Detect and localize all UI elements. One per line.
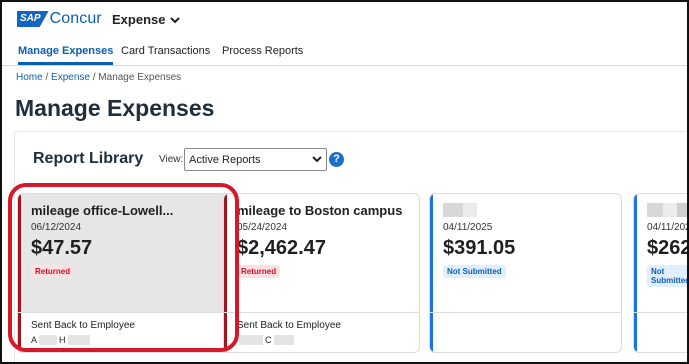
tab-process-reports[interactable]: Process Reports	[222, 45, 303, 57]
status-stripe	[430, 194, 433, 352]
approver-initial: C	[265, 335, 272, 345]
sap-logo-mark: SAP	[17, 11, 49, 27]
help-icon[interactable]: ?	[329, 152, 344, 167]
breadcrumb-home-link[interactable]: Home	[16, 72, 43, 83]
status-badge: Not Submitted	[647, 265, 689, 287]
breadcrumb-expense-link[interactable]: Expense	[51, 72, 90, 83]
status-badge: Returned	[237, 265, 281, 278]
sub-navigation: Manage Expenses Card Transactions Proces…	[0, 40, 689, 66]
status-stripe	[634, 194, 637, 352]
report-amount: $2,462.47	[237, 237, 326, 259]
highlight-annotation	[8, 183, 239, 352]
approver-name: C	[237, 335, 296, 345]
view-label: View:	[159, 154, 184, 165]
page-title: Manage Expenses	[15, 95, 215, 121]
redacted-text	[239, 335, 263, 345]
breadcrumb-current: Manage Expenses	[98, 72, 182, 83]
approval-status-label: Sent Back to Employee	[237, 320, 341, 331]
breadcrumb-separator: /	[42, 72, 52, 83]
redacted-text	[663, 203, 677, 217]
redacted-text	[677, 203, 689, 217]
status-badge: Not Submitted	[443, 265, 506, 278]
report-name: mileage to Boston campus	[237, 203, 403, 218]
card-divider	[224, 312, 419, 313]
report-date: 04/11/2025	[443, 222, 493, 233]
card-divider	[634, 312, 689, 313]
report-name	[647, 203, 689, 220]
breadcrumb: Home / Expense / Manage Expenses	[16, 72, 181, 83]
sap-concur-logo[interactable]: SAP Concur	[17, 10, 102, 28]
card-divider	[430, 312, 621, 313]
report-amount: $262	[647, 237, 689, 259]
redacted-text	[273, 335, 294, 345]
redacted-text	[443, 203, 463, 217]
report-library-title: Report Library	[33, 150, 144, 167]
concur-logo-text: Concur	[49, 10, 102, 27]
report-name	[443, 203, 477, 220]
view-select-value: Active Reports	[189, 154, 261, 166]
report-card[interactable]: mileage to Boston campus 05/24/2024 $2,4…	[223, 193, 420, 353]
report-amount: $391.05	[443, 237, 516, 259]
redacted-text	[647, 203, 663, 217]
top-header: SAP Concur Expense	[0, 0, 689, 40]
view-select[interactable]: Active Reports	[184, 148, 327, 171]
report-date: 04/11/2025	[647, 222, 689, 233]
report-card[interactable]: 04/11/2025 $262 Not Submitted	[633, 193, 689, 353]
report-date: 05/24/2024	[237, 222, 288, 233]
report-card[interactable]: 04/11/2025 $391.05 Not Submitted	[429, 193, 622, 353]
chevron-down-icon	[312, 152, 322, 166]
tab-card-transactions[interactable]: Card Transactions	[121, 45, 210, 57]
tab-manage-expenses[interactable]: Manage Expenses	[18, 45, 114, 65]
chevron-down-icon	[170, 13, 181, 27]
app-switcher-label: Expense	[112, 12, 166, 27]
app-switcher-dropdown[interactable]: Expense	[112, 12, 181, 27]
redacted-text	[463, 203, 477, 217]
